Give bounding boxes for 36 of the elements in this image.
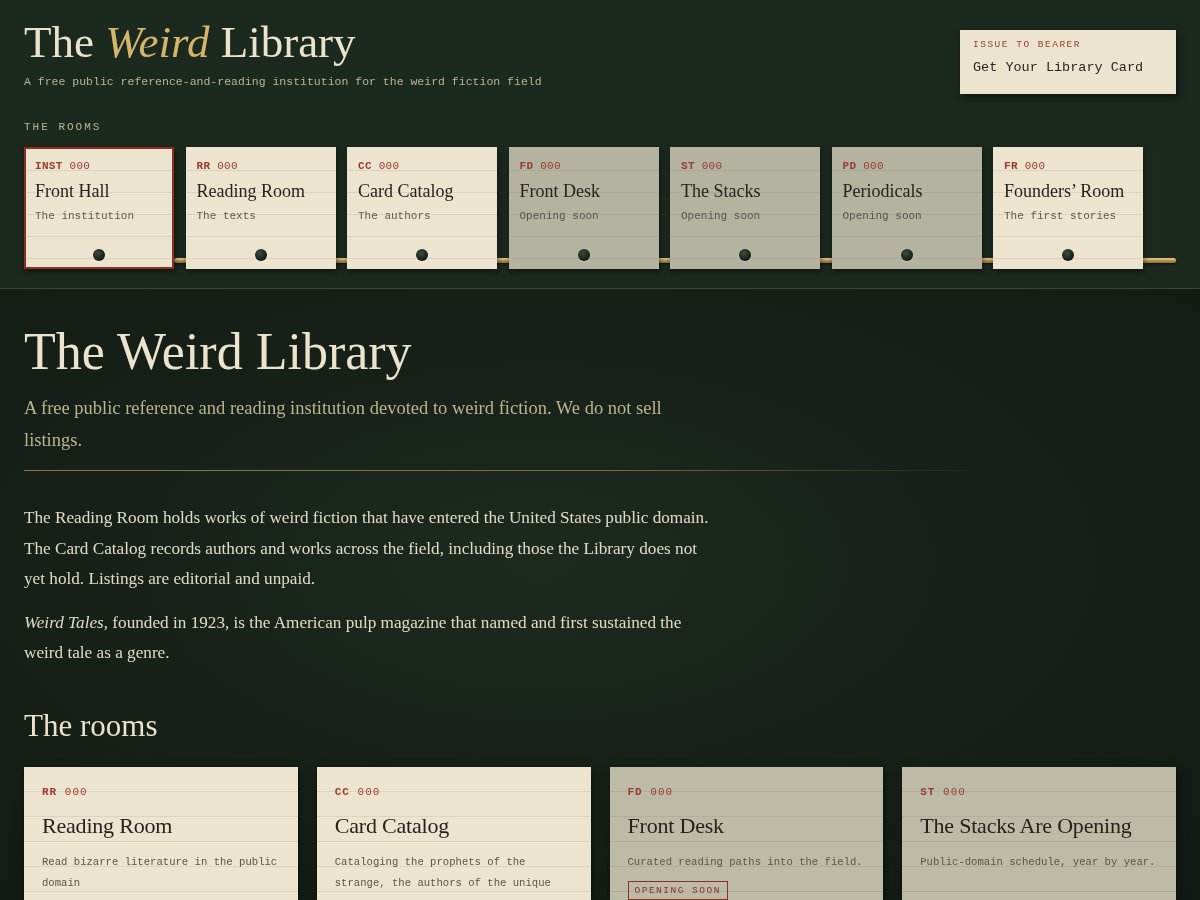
card-code: FD 000 — [627, 784, 674, 799]
punch-hole-icon — [93, 249, 105, 261]
site-title: The Weird Library — [24, 16, 357, 68]
card-description: Cataloging the prophets of the strange, the authors of the unique — [334, 854, 552, 891]
room-tab[interactable]: ST 000 The Stacks Opening soon — [670, 147, 820, 269]
body-paragraph: Weird Tales, founded in 1923, is the American pulp magazine that named and first sustained the weird tale as a genre. — [24, 611, 683, 664]
room-tab[interactable]: INST 000 Front Hall The institution — [24, 147, 174, 269]
room-tab[interactable]: FD 000 Front Desk Opening soon — [508, 147, 659, 269]
section-heading: The rooms — [24, 707, 158, 744]
punch-hole-icon — [577, 249, 590, 261]
room-tab[interactable]: CC 000 Card Catalog The authors — [347, 147, 497, 269]
card-title: Reading Room — [42, 811, 173, 840]
room-tab[interactable]: FR 000 Founders’ Room The first stories — [993, 147, 1143, 269]
room-tab[interactable]: PD 000 Periodicals Opening soon — [831, 147, 982, 269]
body-paragraph: The Reading Room holds works of weird fiction that have entered the United States public domain. The Card Catalog records authors and works across the field, including those the Library does not yet hold. Listings are editorial and unpaid. — [24, 507, 710, 590]
tagline: A free public reference-and-reading institution for the weird fiction field — [24, 74, 542, 90]
punch-hole-icon — [1062, 249, 1074, 261]
card-title: Card Catalog — [334, 811, 450, 840]
punch-hole-icon — [900, 249, 913, 261]
card-description: Curated reading paths into the field. — [627, 854, 863, 870]
card-title: Front Desk — [627, 811, 724, 840]
card-code: RR 000 — [42, 784, 88, 799]
page-heading: The Weird Library — [24, 323, 412, 380]
card-code: ST 000 — [920, 784, 966, 799]
card-code: CC 000 — [334, 784, 381, 799]
card-description: Public-domain schedule, year by year. — [920, 854, 1156, 870]
lead-paragraph: A free public reference and reading institution devoted to weird fiction. We do not sell listings. — [24, 397, 663, 452]
status-tag: OPENING SOON — [627, 880, 728, 900]
room-tab[interactable]: RR 000 Reading Room The texts — [185, 147, 336, 269]
section-label: THE ROOMS — [24, 120, 103, 134]
punch-hole-icon — [416, 249, 428, 261]
card-title: The Stacks Are Opening — [920, 811, 1132, 840]
library-card-button[interactable]: ISSUE TO BEARER Get Your Library Card — [960, 30, 1176, 94]
punch-hole-icon — [254, 249, 267, 261]
punch-hole-icon — [739, 249, 751, 261]
card-description: Read bizarre literature in the public domain — [42, 854, 279, 891]
